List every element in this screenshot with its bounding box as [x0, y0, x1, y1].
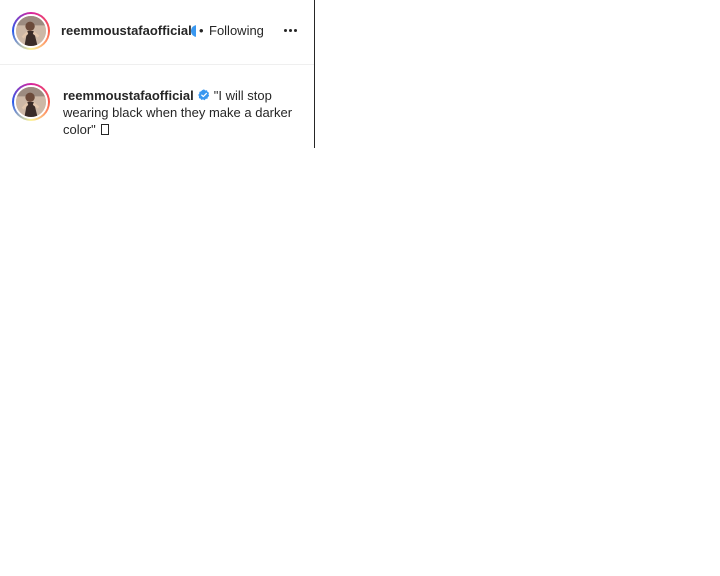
caption-username[interactable]: reemmoustafaofficial	[63, 88, 194, 103]
avatar[interactable]	[12, 12, 50, 50]
following-button[interactable]: Following	[209, 23, 264, 38]
post-panel: reemmoustafaofficial • Following reemmou…	[0, 0, 315, 148]
verified-badge-icon	[197, 89, 209, 101]
avatar-image	[14, 85, 48, 119]
verified-badge-icon	[191, 25, 196, 37]
avatar-image	[14, 14, 48, 48]
header-username[interactable]: reemmoustafaofficial	[61, 23, 192, 38]
more-options-icon[interactable]	[279, 19, 303, 43]
emoji-missing-glyph	[100, 124, 109, 135]
separator-dot: •	[199, 23, 204, 38]
caption-avatar[interactable]	[12, 83, 50, 121]
caption-text-block: reemmoustafaofficial "I will stop wearing…	[63, 87, 298, 138]
post-header: reemmoustafaofficial • Following	[0, 0, 314, 65]
